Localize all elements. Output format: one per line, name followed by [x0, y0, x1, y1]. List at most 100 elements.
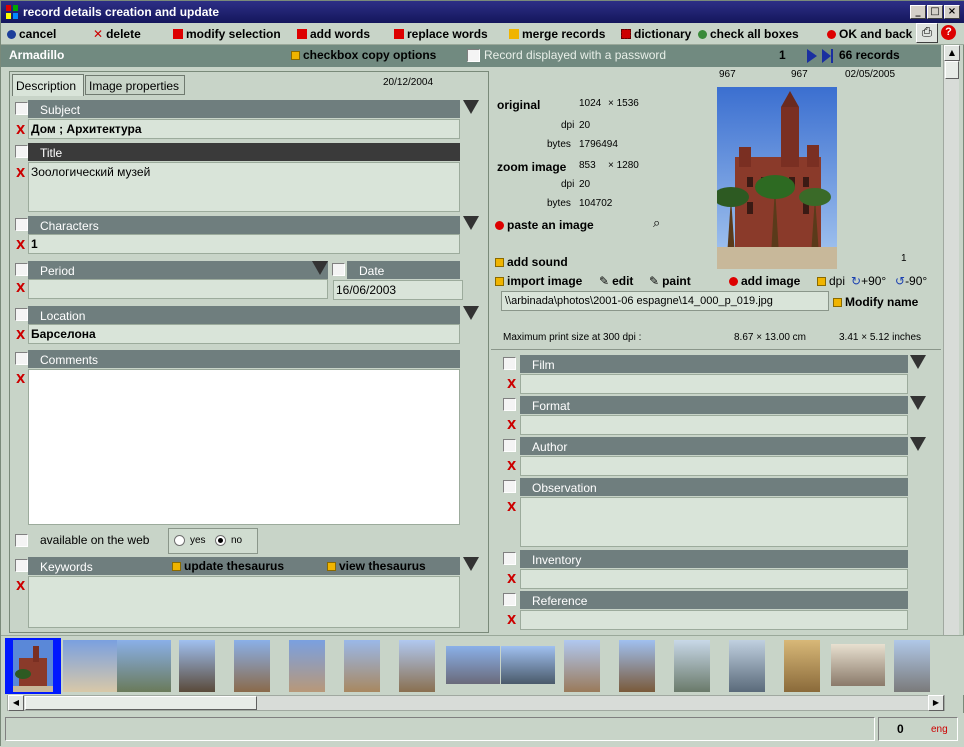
- edit-button[interactable]: ✎ edit: [599, 274, 633, 288]
- period-checkbox[interactable]: [15, 263, 28, 276]
- scroll-right-button[interactable]: ▶: [928, 695, 944, 711]
- paint-button[interactable]: ✎ paint: [649, 274, 691, 288]
- period-clear-icon[interactable]: X: [16, 281, 25, 295]
- help-button[interactable]: ?: [941, 25, 956, 40]
- reference-clear-icon[interactable]: X: [507, 613, 516, 627]
- title-field[interactable]: Зоологический музей: [28, 162, 460, 212]
- thumbnail[interactable]: [399, 640, 435, 692]
- update-thesaurus-button[interactable]: update thesaurus: [172, 559, 284, 573]
- horizontal-scrollbar[interactable]: ◀ ▶: [7, 695, 945, 711]
- ok-and-back-button[interactable]: OK and back: [827, 27, 912, 41]
- last-record-icon[interactable]: [822, 49, 834, 63]
- dpi-button[interactable]: dpi: [817, 274, 845, 288]
- characters-checkbox[interactable]: [15, 218, 28, 231]
- magnifier-icon[interactable]: ⌕: [653, 216, 660, 231]
- inventory-field[interactable]: [520, 569, 908, 589]
- thumbnail[interactable]: [831, 644, 885, 686]
- author-checkbox[interactable]: [503, 439, 516, 452]
- add-sound-button[interactable]: add sound: [495, 255, 568, 269]
- no-radio[interactable]: [215, 535, 226, 546]
- observation-field[interactable]: [520, 497, 908, 547]
- thumbnail[interactable]: [179, 640, 215, 692]
- subject-checkbox[interactable]: [15, 102, 28, 115]
- thumbnail[interactable]: [501, 646, 555, 684]
- yes-radio[interactable]: [174, 535, 185, 546]
- reference-field[interactable]: [520, 610, 908, 630]
- password-checkbox[interactable]: [467, 49, 480, 62]
- tab-description[interactable]: Description: [12, 74, 84, 96]
- add-image-button[interactable]: add image: [729, 274, 800, 288]
- thumbnail[interactable]: [619, 640, 655, 692]
- thumbnail[interactable]: [63, 640, 117, 692]
- language-indicator[interactable]: eng: [931, 724, 948, 735]
- format-checkbox[interactable]: [503, 398, 516, 411]
- observation-checkbox[interactable]: [503, 480, 516, 493]
- reference-checkbox[interactable]: [503, 593, 516, 606]
- keywords-dropdown-icon[interactable]: [463, 557, 479, 571]
- film-checkbox[interactable]: [503, 357, 516, 370]
- thumbnail-selected[interactable]: [5, 638, 61, 694]
- thumbnail[interactable]: [446, 646, 500, 684]
- check-all-boxes-button[interactable]: check all boxes: [698, 27, 799, 41]
- keywords-clear-icon[interactable]: X: [16, 579, 25, 593]
- import-image-button[interactable]: import image: [495, 274, 582, 288]
- print-button[interactable]: ⎙: [916, 23, 938, 43]
- photo-preview[interactable]: [717, 87, 837, 269]
- delete-button[interactable]: ✕ delete: [93, 27, 141, 41]
- film-clear-icon[interactable]: X: [507, 377, 516, 391]
- tab-image-properties[interactable]: Image properties: [85, 75, 185, 95]
- subject-clear-icon[interactable]: X: [16, 123, 25, 137]
- subject-dropdown-icon[interactable]: [463, 100, 479, 114]
- hscroll-thumb[interactable]: [25, 696, 257, 710]
- thumbnail[interactable]: [117, 640, 171, 692]
- rotate-plus-button[interactable]: ↻+90°: [851, 274, 886, 288]
- comments-clear-icon[interactable]: X: [16, 372, 25, 386]
- rotate-minus-button[interactable]: ↺-90°: [895, 274, 927, 288]
- inventory-clear-icon[interactable]: X: [507, 572, 516, 586]
- thumbnail[interactable]: [674, 640, 710, 692]
- scroll-thumb[interactable]: [945, 61, 959, 79]
- format-dropdown-icon[interactable]: [910, 396, 926, 410]
- cancel-button[interactable]: cancel: [7, 27, 56, 41]
- thumbnail[interactable]: [234, 640, 270, 692]
- title-checkbox[interactable]: [15, 145, 28, 158]
- keywords-field[interactable]: [28, 576, 460, 628]
- comments-field[interactable]: [28, 369, 460, 525]
- modify-name-button[interactable]: Modify name: [833, 295, 918, 309]
- comments-checkbox[interactable]: [15, 352, 28, 365]
- next-record-icon[interactable]: [807, 49, 817, 63]
- film-field[interactable]: [520, 374, 908, 394]
- author-field[interactable]: [520, 456, 908, 476]
- dictionary-button[interactable]: dictionary: [621, 27, 691, 41]
- format-field[interactable]: [520, 415, 908, 435]
- thumbnail[interactable]: [564, 640, 600, 692]
- add-words-button[interactable]: add words: [297, 27, 370, 41]
- film-dropdown-icon[interactable]: [910, 355, 926, 369]
- subject-field[interactable]: Дом ; Архитектура: [28, 119, 460, 139]
- date-field[interactable]: 16/06/2003: [333, 280, 463, 300]
- keywords-checkbox[interactable]: [15, 559, 28, 572]
- merge-records-button[interactable]: merge records: [509, 27, 605, 41]
- scroll-up-button[interactable]: ▲: [944, 45, 960, 61]
- scroll-left-button[interactable]: ◀: [8, 695, 24, 711]
- close-button[interactable]: ×: [944, 5, 960, 19]
- format-clear-icon[interactable]: X: [507, 418, 516, 432]
- inventory-checkbox[interactable]: [503, 552, 516, 565]
- modify-selection-button[interactable]: modify selection: [173, 27, 281, 41]
- period-dropdown-icon[interactable]: [312, 261, 328, 275]
- title-clear-icon[interactable]: X: [16, 166, 25, 180]
- vertical-scrollbar[interactable]: ▲: [943, 45, 960, 637]
- characters-field[interactable]: 1: [28, 234, 460, 254]
- thumbnail[interactable]: [784, 640, 820, 692]
- author-dropdown-icon[interactable]: [910, 437, 926, 451]
- location-field[interactable]: Барселона: [28, 324, 460, 344]
- thumbnail[interactable]: [729, 640, 765, 692]
- checkbox-copy-options-button[interactable]: checkbox copy options: [291, 48, 436, 62]
- characters-clear-icon[interactable]: X: [16, 238, 25, 252]
- characters-dropdown-icon[interactable]: [463, 216, 479, 230]
- author-clear-icon[interactable]: X: [507, 459, 516, 473]
- replace-words-button[interactable]: replace words: [394, 27, 488, 41]
- thumbnail[interactable]: [894, 640, 930, 692]
- thumbnail[interactable]: [289, 640, 325, 692]
- location-checkbox[interactable]: [15, 308, 28, 321]
